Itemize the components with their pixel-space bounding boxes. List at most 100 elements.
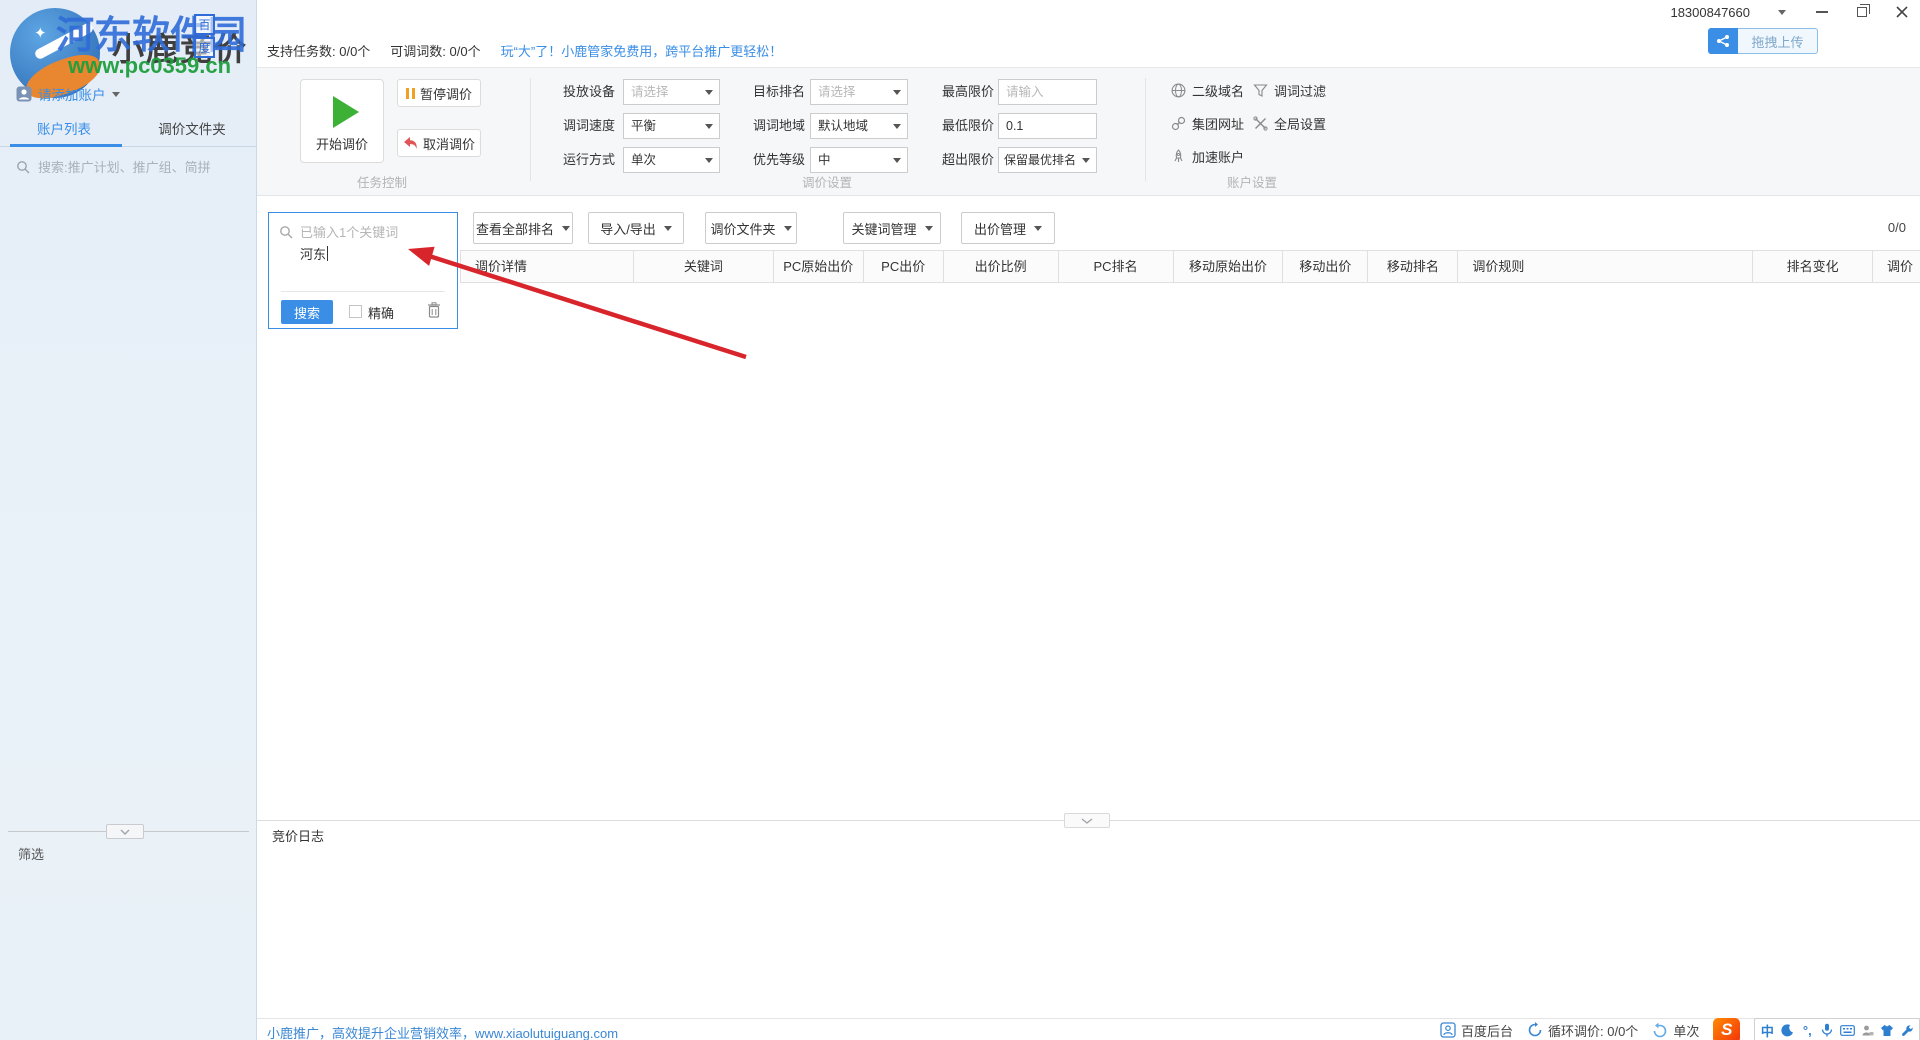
speed-select[interactable]: 平衡 [623,113,720,139]
sogou-ime-logo[interactable]: S [1713,1017,1741,1040]
close-icon [1896,6,1908,18]
ime-chinese-toggle[interactable]: 中 [1757,1020,1777,1040]
ime-microphone-icon[interactable] [1817,1020,1837,1040]
global-settings-button[interactable]: 全局设置 [1253,114,1326,133]
chevron-down-icon [1082,158,1090,163]
column-header: 移动出价 [1283,251,1369,282]
restore-button[interactable] [1854,4,1870,20]
bid-folder-dropdown[interactable]: 调价文件夹 [705,212,797,244]
loop-bidding-status[interactable]: 循环调价: 0/0个 [1527,1021,1638,1040]
drag-upload-button[interactable]: 拖拽上传 [1708,28,1818,54]
panel-divider [281,291,445,292]
boost-account-button[interactable]: 加速账户 [1171,147,1244,166]
watermark-baidu-badge: 百 度 [194,14,215,58]
tab-bid-folder[interactable]: 调价文件夹 [128,118,256,144]
bid-folder-label: 调价文件夹 [710,221,776,237]
column-header: 调价 [1887,259,1914,274]
import-export-dropdown[interactable]: 导入/导出 [588,212,684,244]
column-header: 出价比例 [944,251,1059,282]
group-url-button[interactable]: 集团网址 [1171,114,1244,133]
start-bidding-button[interactable]: 开始调价 [300,79,384,163]
run-mode-select[interactable]: 单次 [623,147,720,173]
chevron-down-icon [1034,225,1042,231]
section-divider [1145,78,1146,181]
exact-match-label: 精确 [368,306,395,321]
chevron-down-icon [893,158,901,163]
region-select-value: 默认地域 [818,119,869,133]
import-export-label: 导入/导出 [600,221,656,237]
column-header: 移动原始出价 [1174,251,1284,282]
min-price-input[interactable]: 0.1 [998,113,1097,139]
chevron-down-icon [705,90,713,95]
ime-skin-shirt-icon[interactable] [1877,1020,1897,1040]
chevron-down-icon [562,225,570,231]
section-label-task-control: 任务控制 [356,176,407,190]
chevron-down-icon [783,225,792,231]
keyword-typed-text[interactable]: 河东 [300,244,329,263]
promo-link[interactable]: 玩“大”了！小鹿管家免费用，跨平台推广更轻松！ [501,41,783,60]
info-bar: 支持任务数: 0/0个 可调词数: 0/0个 玩“大”了！小鹿管家免费用，跨平台… [267,41,782,60]
sidebar-collapse-button[interactable] [106,824,144,839]
ime-moon-icon[interactable] [1777,1020,1797,1040]
start-bidding-label: 开始调价 [315,137,368,152]
chevron-down-icon [705,158,713,163]
over-limit-select[interactable]: 保留最优排名 [998,147,1097,173]
add-account-button[interactable]: 请添加账户 [16,84,120,104]
sidebar-tabs: 账户列表 调价文件夹 [0,118,257,144]
device-select[interactable]: 请选择 [623,79,720,105]
ime-punctuation-toggle[interactable]: °, [1797,1020,1817,1040]
pause-bidding-button[interactable]: 暂停调价 [397,79,481,107]
keyword-manage-dropdown[interactable]: 关键词管理 [843,212,941,244]
backend-user-icon [1440,1022,1456,1038]
over-limit-select-value: 保留最优排名 [1004,153,1077,167]
table-header-row: 调价详情 关键词 PC原始出价 PC出价 出价比例 PC排名 移动原始出价 移动… [460,250,1920,283]
run-mode-status[interactable]: 单次 [1652,1021,1699,1040]
priority-select[interactable]: 中 [810,147,908,173]
max-price-input[interactable]: 请输入 [998,79,1097,105]
keyword-search-button[interactable]: 搜索 [281,300,333,324]
chevron-down-icon [893,124,901,129]
target-rank-select[interactable]: 请选择 [810,79,908,105]
keyword-typed-value: 河东 [300,247,327,262]
minimize-icon [1816,11,1828,13]
region-select[interactable]: 默认地域 [810,113,908,139]
exact-match-checkbox[interactable] [349,305,362,318]
run-mode-select-value: 单次 [631,153,657,167]
log-collapse-button[interactable] [1064,813,1110,828]
close-button[interactable] [1894,4,1910,20]
boost-account-label: 加速账户 [1192,150,1245,165]
ime-keyboard-icon[interactable] [1837,1020,1857,1040]
chevron-down-icon [1081,817,1093,824]
watermark-badge-char: 百 [194,14,215,35]
footer-promo-link[interactable]: 小鹿推广，高效提升企业营销效率，www.xiaolutuiguang.com [267,1023,618,1040]
sidebar-search-input[interactable]: 搜索:推广计划、推广组、简拼 [16,157,211,176]
baidu-backend-button[interactable]: 百度后台 [1440,1021,1513,1040]
refresh-icon [1528,1022,1542,1037]
share-cloud-icon [1708,28,1738,54]
account-dropdown-button[interactable] [1774,4,1790,20]
field-label-region: 调词地域 [753,118,806,133]
speed-select-value: 平衡 [631,119,657,133]
watermark-badge-char: 度 [194,37,215,58]
bid-manage-dropdown[interactable]: 出价管理 [961,212,1055,244]
clear-keywords-trash-icon[interactable] [427,302,441,323]
adjustable-words-count: 可调词数: 0/0个 [390,44,481,59]
run-mode-label: 单次 [1673,1023,1700,1039]
ime-profile-icon[interactable] [1857,1020,1877,1040]
chevron-down-icon [924,225,933,231]
keyword-manage-label: 关键词管理 [851,221,917,237]
chevron-down-icon [1778,9,1786,15]
tab-account-list[interactable]: 账户列表 [0,118,128,144]
ime-settings-wrench-icon[interactable] [1897,1020,1917,1040]
word-filter-button[interactable]: 调词过滤 [1253,81,1326,100]
supported-tasks-count: 支持任务数: 0/0个 [267,44,371,59]
keyword-search-input[interactable]: 已输入1个关键词 [279,222,398,241]
cancel-bidding-button[interactable]: 取消调价 [397,129,481,157]
view-all-ranks-dropdown[interactable]: 查看全部排名 [473,212,573,244]
filter-icon [1253,84,1268,97]
field-label-device: 投放设备 [563,84,616,99]
minimize-button[interactable] [1814,4,1830,20]
column-header: 调价详情 [461,251,634,282]
subdomain-button[interactable]: 二级域名 [1171,81,1244,100]
search-icon [280,225,293,238]
